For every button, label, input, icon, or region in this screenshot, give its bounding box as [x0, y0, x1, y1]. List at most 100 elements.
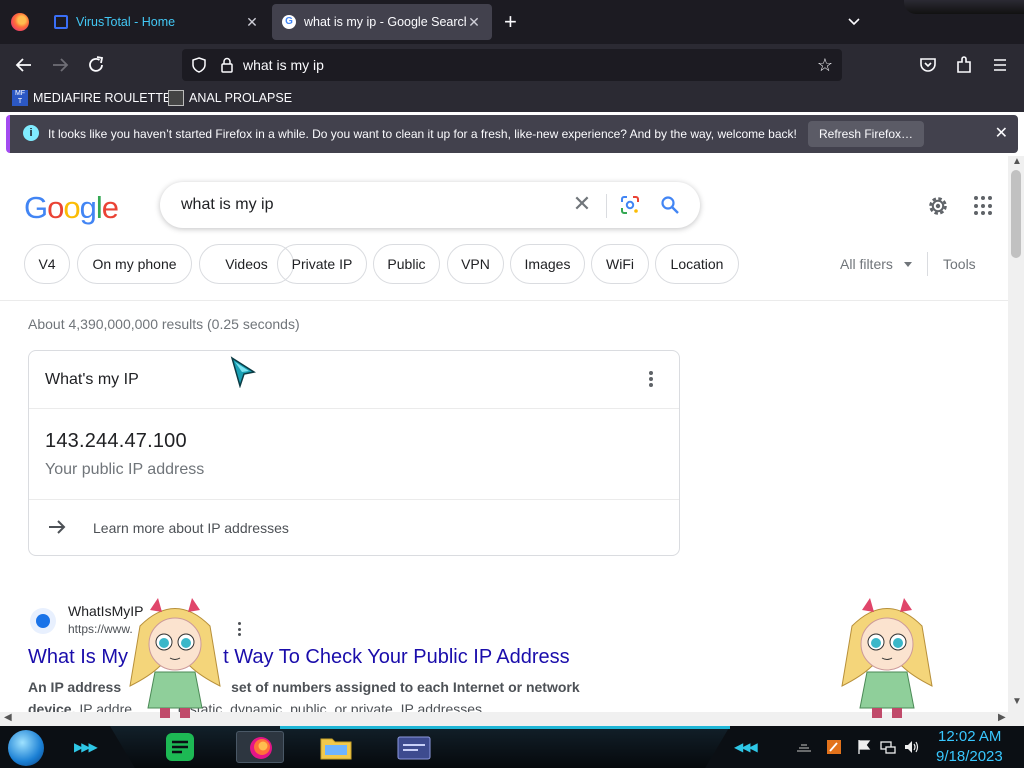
new-tab-button[interactable]: +: [504, 11, 517, 33]
bookmarks-toolbar: MF T MEDIAFIRE ROULETTER ANAL PROLAPSE: [0, 86, 1024, 112]
result-title-part[interactable]: What Is My: [28, 646, 128, 668]
scroll-right-arrow-icon[interactable]: ▶: [998, 712, 1006, 723]
start-orb-icon[interactable]: [8, 730, 44, 766]
chip-public[interactable]: Public: [373, 244, 440, 284]
vertical-scrollbar[interactable]: ▲ ▼: [1008, 156, 1024, 712]
bookmark-anal-prolapse[interactable]: ANAL PROLAPSE: [168, 90, 292, 106]
snippet-text: device.: [28, 701, 76, 712]
divider: [29, 499, 679, 500]
decorative-chevrons-icon: ▶▶▶: [74, 740, 98, 754]
chip-on-my-phone[interactable]: On my phone: [77, 244, 192, 284]
logo-letter: o: [63, 190, 80, 225]
info-icon: i: [23, 125, 39, 141]
result-more-options-icon[interactable]: [236, 622, 242, 636]
extensions-puzzle-icon[interactable]: [952, 53, 976, 77]
address-bar[interactable]: what is my ip ☆: [182, 49, 842, 81]
divider: [606, 194, 607, 218]
bookmark-star-icon[interactable]: ☆: [814, 54, 836, 76]
action-center-flag-icon[interactable]: [856, 739, 872, 755]
firefox-icon: [250, 737, 272, 759]
chip-private-ip[interactable]: Private IP: [277, 244, 367, 284]
tab-close-icon[interactable]: ✕: [244, 14, 260, 31]
virustotal-favicon-icon: [54, 15, 68, 29]
chip-vpn[interactable]: VPN: [447, 244, 504, 284]
reload-icon[interactable]: [84, 53, 108, 77]
tools-button[interactable]: Tools: [943, 256, 976, 272]
tab-virustotal[interactable]: VirusTotal - Home ✕: [44, 4, 270, 40]
decorative-chevrons-icon: ◀◀◀: [734, 740, 758, 754]
learn-more-link[interactable]: Learn more about IP addresses: [93, 520, 289, 536]
result-snippet: An IP address set of numbers assigned to …: [28, 676, 588, 712]
cartoon-mascot-sticker: [841, 598, 933, 718]
network-icon[interactable]: [880, 739, 896, 755]
tab-title: what is my ip - Google Search: [304, 15, 466, 29]
navigation-toolbar: what is my ip ☆: [0, 44, 1024, 86]
tab-list-chevron-icon[interactable]: [846, 13, 862, 29]
tray-app-icon[interactable]: [826, 739, 842, 755]
bookmark-mediafire-rouletter[interactable]: MF T MEDIAFIRE ROULETTER: [12, 90, 180, 106]
ip-subtitle: Your public IP address: [45, 461, 205, 478]
window-decoration: [904, 0, 1024, 14]
tracking-shield-icon[interactable]: [190, 56, 208, 74]
scroll-left-arrow-icon[interactable]: ◀: [4, 712, 12, 723]
search-icon[interactable]: [660, 195, 680, 215]
refresh-firefox-button[interactable]: Refresh Firefox…: [808, 121, 925, 147]
result-title-link[interactable]: What Is My t Way To Check Your Public IP…: [28, 646, 570, 669]
refresh-firefox-notification: i It looks like you haven’t started Fire…: [6, 115, 1018, 153]
search-box[interactable]: what is my ip ✕: [160, 182, 700, 228]
scroll-down-arrow-icon[interactable]: ▼: [1012, 696, 1022, 707]
hamburger-menu-icon[interactable]: [988, 53, 1012, 77]
chip-v4[interactable]: V4: [24, 244, 70, 284]
firefox-taskbar-button[interactable]: [236, 731, 284, 763]
file-explorer-icon[interactable]: [316, 731, 356, 763]
arrow-right-icon[interactable]: [47, 517, 67, 537]
firefox-logo-icon[interactable]: [11, 13, 29, 31]
chip-location[interactable]: Location: [655, 244, 739, 284]
google-apps-grid-icon[interactable]: [974, 196, 994, 216]
clock-date[interactable]: 9/18/2023: [936, 748, 1003, 765]
volume-icon[interactable]: [904, 739, 920, 755]
bookmark-label: MEDIAFIRE ROULETTER: [33, 91, 181, 105]
google-logo[interactable]: Google: [24, 190, 119, 226]
lock-icon[interactable]: [218, 56, 236, 74]
search-input[interactable]: what is my ip: [181, 196, 273, 214]
tab-title: VirusTotal - Home: [76, 15, 176, 29]
scroll-up-arrow-icon[interactable]: ▲: [1012, 156, 1022, 167]
more-options-icon[interactable]: [646, 369, 656, 389]
tray-stack-icon[interactable]: [796, 739, 812, 755]
snippet-text: An IP address: [28, 679, 122, 695]
tab-strip: VirusTotal - Home ✕ G what is my ip - Go…: [0, 0, 1024, 44]
cartoon-mascot-sticker: [129, 598, 221, 718]
google-lens-icon[interactable]: [620, 195, 640, 215]
back-arrow-icon[interactable]: [12, 53, 36, 77]
settings-gear-icon[interactable]: [926, 194, 950, 218]
notification-text: It looks like you haven’t started Firefo…: [48, 127, 797, 141]
tab-close-icon[interactable]: ✕: [466, 14, 482, 31]
tab-google-search[interactable]: G what is my ip - Google Search ✕: [272, 4, 492, 40]
clear-search-icon[interactable]: ✕: [571, 193, 593, 215]
clock-time[interactable]: 12:02 AM: [938, 728, 1001, 745]
ip-answer-card: What's my IP 143.244.47.100 Your public …: [28, 350, 680, 556]
mouse-cursor-icon: [230, 356, 256, 388]
logo-letter: o: [47, 190, 64, 225]
logo-letter: G: [24, 190, 48, 225]
google-favicon-icon: G: [282, 15, 296, 29]
mediafire-favicon-icon: MF T: [12, 90, 28, 106]
chip-images[interactable]: Images: [510, 244, 585, 284]
site-favicon-icon[interactable]: [30, 608, 56, 634]
logo-letter: e: [101, 190, 119, 225]
header-divider: [0, 300, 1008, 301]
result-title-part[interactable]: t Way To Check Your Public IP Address: [223, 646, 569, 668]
window-app-icon[interactable]: [394, 731, 434, 763]
pocket-icon[interactable]: [916, 53, 940, 77]
notes-app-icon[interactable]: [160, 731, 200, 763]
url-text[interactable]: what is my ip: [243, 57, 324, 73]
bookmark-label: ANAL PROLAPSE: [189, 91, 293, 105]
close-icon[interactable]: ✕: [995, 123, 1008, 143]
taskbar-accent-line: [280, 726, 730, 729]
all-filters-button[interactable]: All filters: [840, 256, 893, 272]
forward-arrow-icon[interactable]: [48, 53, 72, 77]
chip-wifi[interactable]: WiFi: [591, 244, 649, 284]
dropdown-caret-icon: [904, 262, 912, 267]
scrollbar-thumb[interactable]: [1011, 170, 1021, 258]
